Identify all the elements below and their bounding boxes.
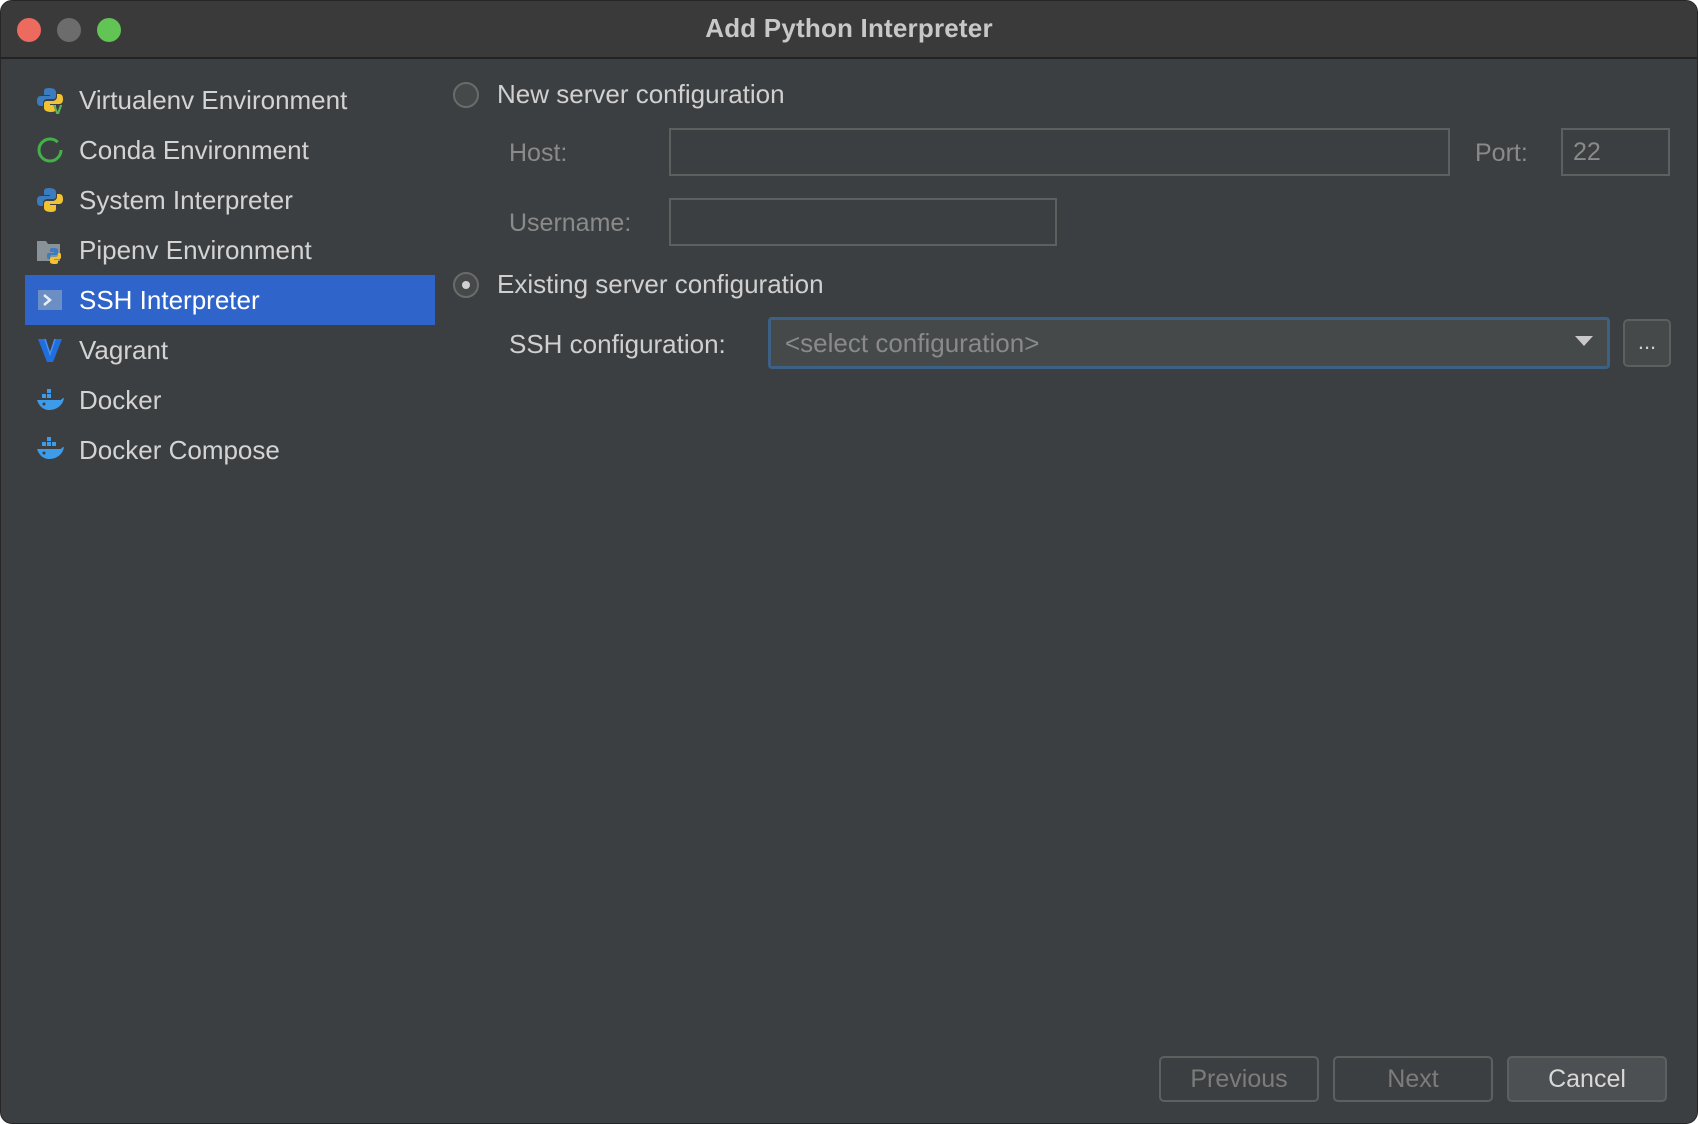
sidebar-item-virtualenv[interactable]: V Virtualenv Environment <box>25 75 435 125</box>
sidebar-item-label: Virtualenv Environment <box>79 84 348 115</box>
docker-icon <box>35 385 65 415</box>
previous-button[interactable]: Previous <box>1159 1056 1319 1102</box>
sidebar-item-label: SSH Interpreter <box>79 284 260 315</box>
conda-icon <box>35 135 65 165</box>
host-label: Host: <box>509 139 568 167</box>
username-input[interactable] <box>669 198 1057 246</box>
sidebar-item-label: Docker <box>79 384 162 415</box>
username-label: Username: <box>509 209 632 237</box>
next-button[interactable]: Next <box>1333 1056 1493 1102</box>
ssh-configuration-placeholder: <select configuration> <box>785 327 1040 358</box>
browse-ssh-configurations-button[interactable]: ... <box>1623 319 1671 367</box>
docker-compose-icon <box>35 435 65 465</box>
sidebar-item-docker-compose[interactable]: Docker Compose <box>25 425 435 475</box>
sidebar-item-label: Docker Compose <box>79 434 280 465</box>
existing-server-radio[interactable] <box>453 271 479 298</box>
interpreter-type-list: V Virtualenv Environment Conda Environme… <box>25 75 435 475</box>
sidebar-item-label: Pipenv Environment <box>79 234 312 265</box>
chevron-down-icon <box>1575 336 1593 346</box>
port-label: Port: <box>1475 139 1528 167</box>
ssh-configuration-label: SSH configuration: <box>509 329 726 359</box>
host-input[interactable] <box>669 128 1450 176</box>
sidebar-item-pipenv[interactable]: Pipenv Environment <box>25 225 435 275</box>
ssh-terminal-icon <box>35 285 65 315</box>
pipenv-icon <box>35 235 65 265</box>
sidebar-item-label: Vagrant <box>79 334 169 365</box>
python-icon <box>35 185 65 215</box>
port-input[interactable] <box>1561 128 1670 176</box>
sidebar-item-system-interpreter[interactable]: System Interpreter <box>25 175 435 225</box>
title-bar: Add Python Interpreter <box>1 1 1697 59</box>
add-python-interpreter-dialog: Add Python Interpreter V Virtualenv Envi… <box>0 0 1698 1124</box>
sidebar-item-conda[interactable]: Conda Environment <box>25 125 435 175</box>
existing-server-radio-label: Existing server configuration <box>497 269 824 299</box>
svg-text:V: V <box>53 103 63 115</box>
ssh-configuration-dropdown[interactable]: <select configuration> <box>768 317 1610 369</box>
window-title: Add Python Interpreter <box>705 13 993 43</box>
sidebar-item-label: System Interpreter <box>79 184 293 215</box>
python-virtualenv-icon: V <box>35 85 65 115</box>
new-server-option[interactable]: New server configuration <box>453 79 785 110</box>
sidebar-item-label: Conda Environment <box>79 134 309 165</box>
sidebar-item-docker[interactable]: Docker <box>25 375 435 425</box>
vagrant-icon <box>35 335 65 365</box>
new-server-radio-label: New server configuration <box>497 79 785 109</box>
sidebar-item-vagrant[interactable]: Vagrant <box>25 325 435 375</box>
sidebar-item-ssh-interpreter[interactable]: SSH Interpreter <box>25 275 435 325</box>
existing-server-option[interactable]: Existing server configuration <box>453 269 824 300</box>
new-server-radio[interactable] <box>453 81 479 108</box>
cancel-button[interactable]: Cancel <box>1507 1056 1667 1102</box>
